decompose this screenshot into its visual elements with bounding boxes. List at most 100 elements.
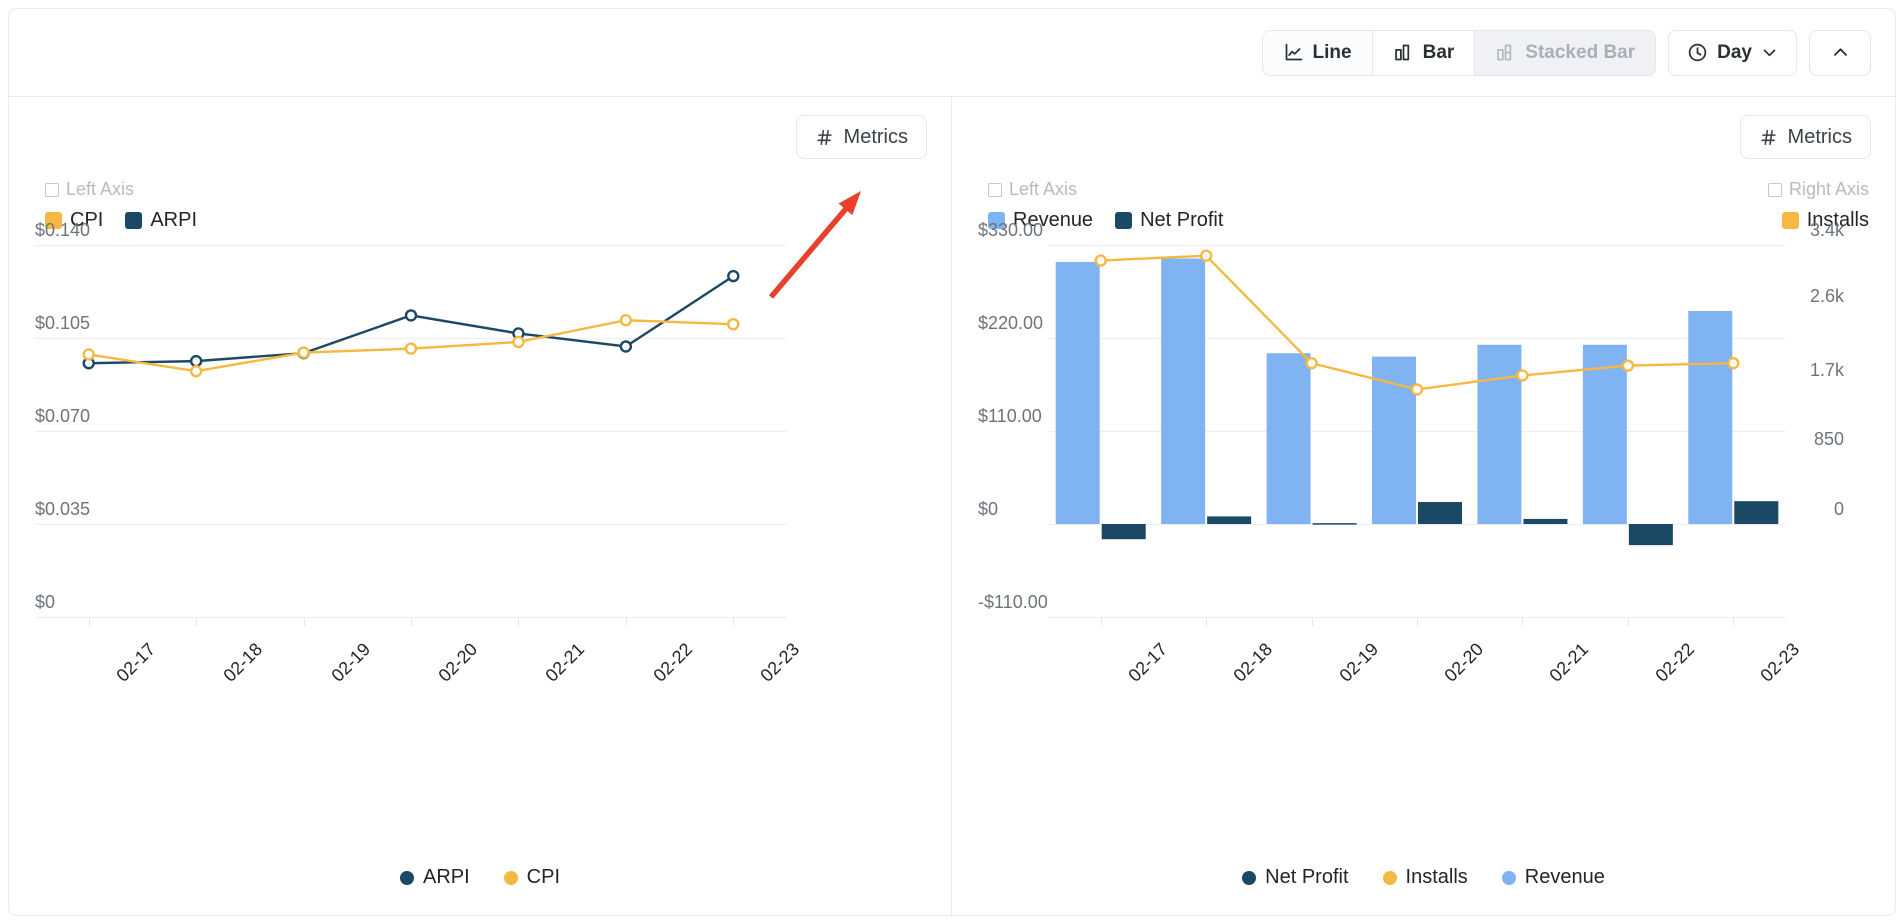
x-axis-tick-label: 02-17 <box>112 639 159 686</box>
data-point <box>1410 383 1424 396</box>
right-chart-plot: -$110.00 $0 $110.00 $220.00 $330.00 0 850 1.7k 2… <box>978 220 1844 686</box>
chart-type-bar-button[interactable]: Bar <box>1372 30 1476 75</box>
right-axis-label: Right Axis <box>1788 179 1869 199</box>
left-y-axis-tick-label: $330.00 <box>978 220 1044 240</box>
left-chart-panel: Metrics Left Axis CPI ARPI $0 $0.035 $0.… <box>9 97 952 915</box>
granularity-dropdown[interactable]: Day <box>1668 29 1797 76</box>
series-swatch <box>125 212 143 229</box>
x-axis-tick <box>733 617 735 626</box>
chart-type-bar-label: Bar <box>1422 41 1455 63</box>
x-axis-tick-label: 02-23 <box>1756 639 1804 686</box>
right-y-axis-tick-label: 850 <box>1813 429 1844 450</box>
left-y-axis-tick-label: $220.00 <box>978 313 1044 333</box>
chevron-down-icon <box>1761 44 1778 61</box>
left-chart-plot: $0 $0.035 $0.070 $0.105 $0.140 02-17 02-18 02-1… <box>35 220 803 686</box>
legend-label: Revenue <box>1524 866 1605 888</box>
data-point <box>297 346 310 359</box>
x-axis-tick <box>1206 617 1208 626</box>
x-axis-tick <box>625 617 627 626</box>
data-point <box>189 354 203 368</box>
bar-revenue <box>1477 344 1522 524</box>
x-axis-tick <box>303 617 305 626</box>
data-point <box>1305 356 1318 370</box>
right-chart-series <box>1055 249 1779 546</box>
right-metrics-label: Metrics <box>1787 125 1852 148</box>
right-axis-title-row: Right Axis <box>1767 179 1869 200</box>
data-point <box>727 269 740 283</box>
left-axis-label: Left Axis <box>66 179 135 199</box>
x-axis-tick-label: 02-20 <box>1440 639 1488 686</box>
x-axis-tick <box>1733 617 1735 626</box>
x-axis-tick-label: 02-19 <box>1335 639 1382 686</box>
left-axis-title-row: Left Axis <box>45 179 197 200</box>
x-axis-tick <box>411 617 412 626</box>
legend-item-cpi[interactable]: CPI <box>503 866 561 889</box>
legend-label: Net Profit <box>1265 866 1349 888</box>
legend-dot <box>399 870 414 885</box>
data-point <box>619 340 633 353</box>
bar-net-profit <box>1312 523 1357 525</box>
right-chart-panel: Metrics Left Axis Revenue Net Profit Rig… <box>952 97 1895 915</box>
left-metrics-button[interactable]: Metrics <box>795 115 927 159</box>
x-axis-tick-label: 02-17 <box>1124 639 1171 686</box>
chart-type-segmented-control: Line Bar Stacked Bar <box>1261 29 1657 76</box>
hash-icon <box>815 128 834 147</box>
left-axis-label: Left Axis <box>1009 179 1078 199</box>
left-chart-legend: ARPI CPI <box>9 866 951 889</box>
legend-item-arpi[interactable]: ARPI <box>399 866 470 889</box>
legend-label: CPI <box>526 866 561 888</box>
left-chart-series <box>82 269 740 378</box>
bar-net-profit <box>1734 501 1779 524</box>
legend-label: ARPI <box>422 866 470 888</box>
series-swatch <box>1781 212 1799 229</box>
y-axis-tick-label: $0.140 <box>35 220 91 240</box>
chart-type-line-button[interactable]: Line <box>1262 30 1373 75</box>
left-metrics-row: Metrics <box>9 97 951 177</box>
collapse-panel-button[interactable] <box>1809 29 1871 76</box>
left-y-axis-tick-label: $0 <box>978 499 999 519</box>
chart-type-stacked-bar-button[interactable]: Stacked Bar <box>1475 30 1656 75</box>
data-point <box>1094 254 1107 267</box>
data-point <box>512 335 525 349</box>
series-chip-net-profit[interactable]: Net Profit <box>1115 209 1223 232</box>
data-point <box>727 317 740 331</box>
x-axis-tick-label: 02-18 <box>1229 639 1277 686</box>
axis-toggle-icon[interactable] <box>1767 182 1782 197</box>
legend-item-revenue[interactable]: Revenue <box>1501 866 1605 889</box>
left-y-axis-tick-label: -$110.00 <box>978 592 1048 612</box>
x-axis-tick-label: 02-21 <box>541 639 589 686</box>
left-axis-title-row: Left Axis <box>988 179 1223 200</box>
right-y-axis-tick-label: 1.7k <box>1809 359 1844 380</box>
bar-revenue <box>1055 261 1100 524</box>
bar-revenue <box>1266 353 1311 524</box>
series-chip-arpi[interactable]: ARPI <box>125 209 197 232</box>
bar-net-profit <box>1207 516 1252 524</box>
x-axis-tick-label: 02-18 <box>219 639 267 686</box>
bar-net-profit <box>1101 524 1146 540</box>
chart-type-line-label: Line <box>1312 41 1352 63</box>
axis-toggle-icon[interactable] <box>45 182 59 197</box>
data-point <box>404 309 418 322</box>
axis-toggle-icon[interactable] <box>988 182 1002 197</box>
x-axis-tick <box>1100 617 1102 626</box>
left-y-axis-tick-label: $110.00 <box>978 406 1042 426</box>
line-chart-icon <box>1283 42 1304 63</box>
x-axis-tick <box>518 617 520 626</box>
chart-type-stacked-bar-label: Stacked Bar <box>1525 41 1636 63</box>
bar-revenue <box>1582 344 1627 524</box>
bar-revenue <box>1372 356 1416 524</box>
legend-dot <box>503 870 518 885</box>
x-axis-tick-label: 02-22 <box>649 639 697 686</box>
right-metrics-button[interactable]: Metrics <box>1739 115 1871 159</box>
series-label: Net Profit <box>1140 209 1224 231</box>
x-axis-tick <box>1522 617 1524 626</box>
chevron-up-icon <box>1831 43 1850 62</box>
legend-item-installs[interactable]: Installs <box>1382 866 1468 889</box>
legend-dot <box>1501 870 1516 885</box>
x-axis-tick <box>1627 617 1629 626</box>
chart-panel-container: Line Bar Stacked Bar Day Metrics Left Ax… <box>8 8 1896 916</box>
bar-net-profit <box>1628 524 1673 546</box>
legend-dot <box>1242 870 1257 885</box>
legend-item-net-profit[interactable]: Net Profit <box>1242 866 1349 889</box>
hash-icon <box>1759 128 1778 147</box>
